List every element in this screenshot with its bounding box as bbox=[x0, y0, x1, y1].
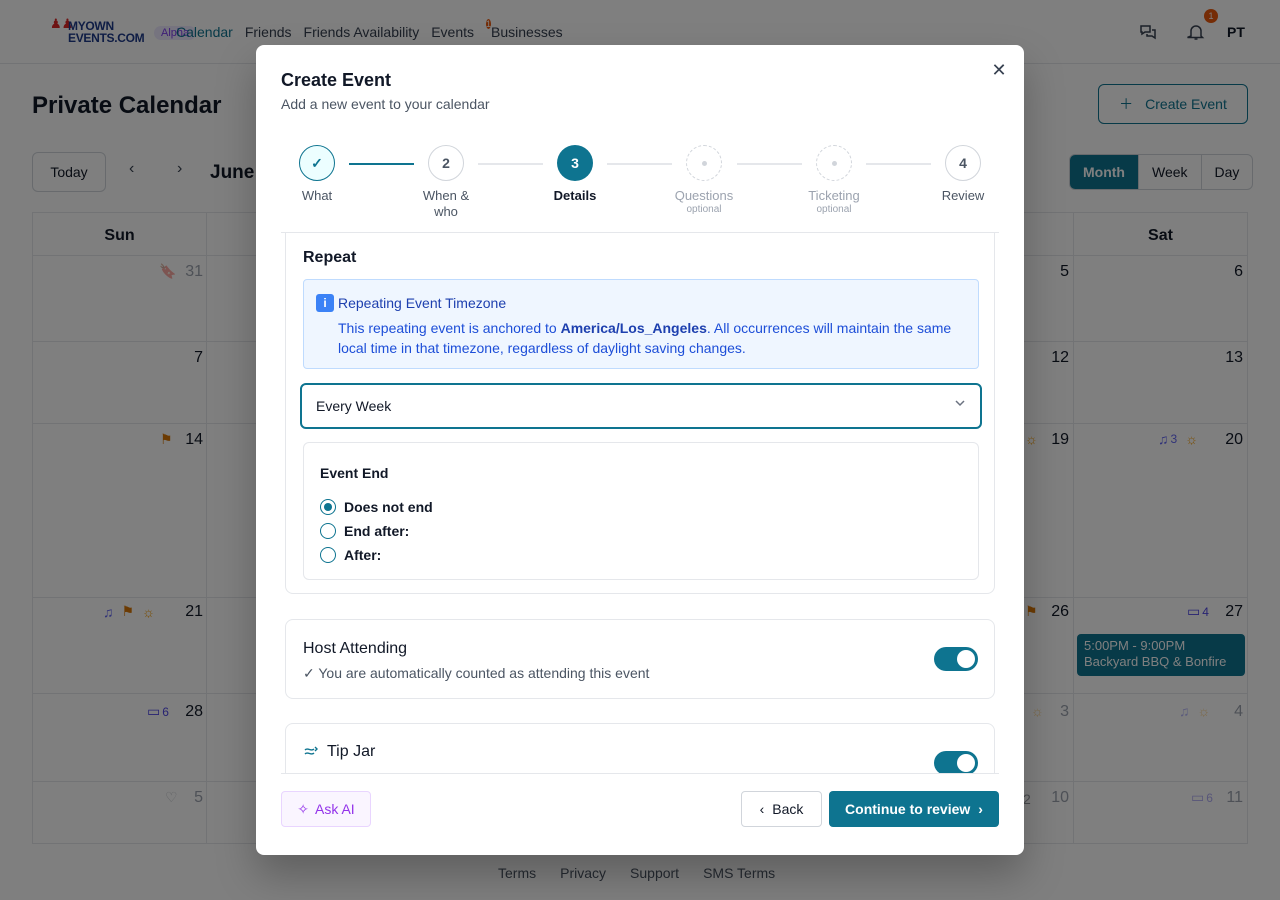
step-label: Ticketing bbox=[808, 188, 860, 203]
tip-jar-title: Tip Jar bbox=[327, 743, 376, 760]
radio-button[interactable] bbox=[320, 547, 336, 563]
step-review[interactable]: 4 Review bbox=[923, 145, 1003, 204]
timezone-info-box: i Repeating Event Timezone This repeatin… bbox=[303, 279, 979, 369]
end-option-never[interactable]: Does not end bbox=[320, 499, 433, 515]
step-optional-note: optional bbox=[816, 204, 852, 215]
modal-footer: ✧ Ask AI ‹ Back Continue to review › bbox=[281, 773, 999, 830]
end-option-label: After: bbox=[344, 547, 382, 563]
chevron-down-icon bbox=[955, 400, 965, 407]
step-pending-icon bbox=[686, 145, 722, 181]
step-details[interactable]: 3 Details bbox=[535, 145, 615, 204]
tip-jar-card: Tip Jar bbox=[285, 723, 995, 773]
host-attending-description: ✓ You are automatically counted as atten… bbox=[303, 665, 650, 681]
step-label: Questions bbox=[674, 188, 734, 203]
step-label: What bbox=[301, 188, 333, 203]
step-when-who[interactable]: 2 When & who bbox=[406, 145, 486, 220]
radio-button[interactable] bbox=[320, 499, 336, 515]
step-number: 2 bbox=[428, 145, 464, 181]
create-event-modal: Create Event Add a new event to your cal… bbox=[256, 45, 1024, 855]
host-attending-title: Host Attending bbox=[303, 640, 408, 657]
continue-to-review-button[interactable]: Continue to review › bbox=[829, 791, 999, 827]
modal-subtitle: Add a new event to your calendar bbox=[281, 96, 490, 112]
step-number: 4 bbox=[945, 145, 981, 181]
repeat-frequency-value: Every Week bbox=[316, 398, 392, 414]
chevron-left-icon: ‹ bbox=[759, 801, 765, 817]
continue-label: Continue to review bbox=[845, 801, 971, 817]
info-icon: i bbox=[316, 294, 334, 312]
timezone-info-text: This repeating event is anchored to Amer… bbox=[338, 318, 958, 358]
step-pending-icon bbox=[816, 145, 852, 181]
check-icon: ✓ bbox=[299, 145, 335, 181]
timezone-info-title: Repeating Event Timezone bbox=[338, 295, 507, 311]
back-button[interactable]: ‹ Back bbox=[741, 791, 822, 827]
event-end-title: Event End bbox=[320, 465, 389, 481]
step-connector bbox=[607, 163, 672, 165]
ask-ai-button[interactable]: ✧ Ask AI bbox=[281, 791, 371, 827]
end-option-label: End after: bbox=[344, 523, 410, 539]
step-connector bbox=[866, 163, 931, 165]
modal-title: Create Event bbox=[281, 70, 392, 90]
repeat-frequency-select[interactable]: Every Week bbox=[300, 383, 982, 429]
tz-zone: America/Los_Angeles bbox=[560, 320, 707, 336]
step-label: Review bbox=[941, 188, 985, 203]
host-attending-toggle[interactable] bbox=[934, 647, 978, 671]
step-questions[interactable]: Questions optional bbox=[664, 145, 744, 216]
step-what[interactable]: ✓ What bbox=[277, 145, 357, 204]
stepper: ✓ What 2 When & who 3 Details Questions … bbox=[281, 133, 999, 233]
repeat-section: Repeat i Repeating Event Timezone This r… bbox=[285, 233, 995, 594]
modal-scroll-area[interactable]: Repeat i Repeating Event Timezone This r… bbox=[281, 233, 999, 773]
end-option-after-date[interactable]: After: bbox=[320, 547, 381, 563]
step-label: When & who bbox=[422, 188, 470, 219]
radio-button[interactable] bbox=[320, 523, 336, 539]
close-icon[interactable]: ✕ bbox=[990, 61, 1008, 79]
tip-jar-icon bbox=[304, 746, 318, 755]
end-option-label: Does not end bbox=[344, 499, 433, 515]
step-label: Details bbox=[553, 188, 597, 203]
tz-text-before: This repeating event is anchored to bbox=[338, 320, 561, 336]
step-connector bbox=[349, 163, 414, 165]
ask-ai-label: Ask AI bbox=[315, 801, 355, 817]
step-connector bbox=[478, 163, 543, 165]
step-connector bbox=[737, 163, 802, 165]
step-ticketing[interactable]: Ticketing optional bbox=[794, 145, 874, 216]
step-number: 3 bbox=[557, 145, 593, 181]
repeat-title: Repeat bbox=[303, 249, 357, 266]
event-end-box: Event End Does not end End after: After: bbox=[303, 442, 979, 580]
back-label: Back bbox=[772, 801, 804, 817]
step-optional-note: optional bbox=[686, 204, 722, 215]
sparkle-icon: ✧ bbox=[297, 800, 310, 817]
tip-jar-toggle[interactable] bbox=[934, 751, 978, 773]
chevron-right-icon: › bbox=[978, 801, 983, 817]
host-attending-card: Host Attending ✓ You are automatically c… bbox=[285, 619, 995, 699]
end-option-after-count[interactable]: End after: bbox=[320, 523, 409, 539]
